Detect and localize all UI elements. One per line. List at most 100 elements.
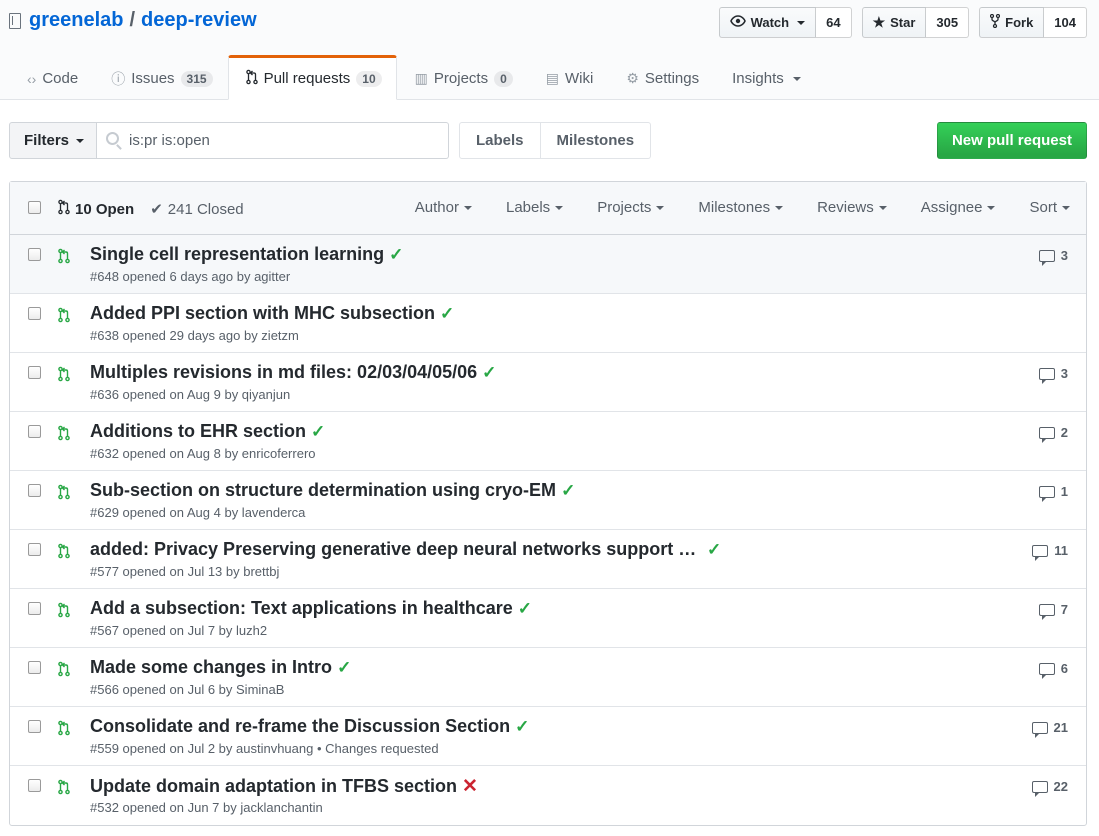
chevron-down-icon: [797, 20, 806, 25]
row-checkbox[interactable]: [28, 484, 41, 497]
table-row[interactable]: Added PPI section with MHC subsection ✓ …: [10, 294, 1086, 353]
select-all-checkbox[interactable]: [28, 201, 41, 214]
comments-link[interactable]: 3: [1038, 248, 1068, 266]
watch-button[interactable]: Watch: [718, 7, 817, 38]
pull-request-title-text[interactable]: Made some changes in Intro: [90, 657, 332, 678]
labels-filter[interactable]: Labels: [489, 199, 580, 216]
pull-request-title[interactable]: Single cell representation learning ✓: [90, 244, 403, 265]
comments-link[interactable]: 7: [1038, 602, 1068, 620]
comments-link[interactable]: 6: [1038, 661, 1068, 679]
pull-request-meta: #636 opened on Aug 9 by qiyanjun: [90, 387, 291, 402]
comments-link[interactable]: 22: [1031, 779, 1068, 797]
check-icon[interactable]: ✓: [311, 422, 325, 442]
star-count[interactable]: 305: [926, 7, 970, 38]
pull-request-title[interactable]: Made some changes in Intro ✓: [90, 657, 351, 678]
tab-issues[interactable]: ⓘ Issues 315: [93, 55, 227, 100]
projects-filter[interactable]: Projects: [580, 199, 681, 216]
pull-request-title[interactable]: Multiples revisions in md files: 02/03/0…: [90, 362, 496, 383]
tab-code[interactable]: ‹› Code: [9, 55, 93, 100]
repo-title: greenelab / deep-review: [9, 9, 257, 32]
row-checkbox[interactable]: [28, 602, 41, 615]
star-button[interactable]: ★ Star: [861, 7, 927, 38]
row-checkbox[interactable]: [28, 543, 41, 556]
pull-request-title-text[interactable]: Single cell representation learning: [90, 244, 384, 265]
table-row[interactable]: Consolidate and re-frame the Discussion …: [10, 707, 1086, 766]
open-pull-request-icon: [58, 307, 70, 326]
pull-request-title[interactable]: Add a subsection: Text applications in h…: [90, 598, 532, 619]
row-checkbox[interactable]: [28, 248, 41, 261]
repo-nav: ‹› Code ⓘ Issues 315 Pull requests 10 ▥ …: [9, 55, 816, 100]
new-pull-request-button[interactable]: New pull request: [936, 122, 1087, 159]
row-checkbox[interactable]: [28, 307, 41, 320]
labels-link[interactable]: Labels: [459, 122, 541, 159]
check-icon[interactable]: ✓: [482, 363, 496, 383]
check-icon[interactable]: ✓: [707, 540, 721, 560]
open-filter[interactable]: 10 Open: [58, 199, 134, 219]
pull-request-title-text[interactable]: Sub-section on structure determination u…: [90, 480, 556, 501]
tab-projects[interactable]: ▥ Projects 0: [397, 55, 528, 100]
row-checkbox[interactable]: [28, 720, 41, 733]
table-row[interactable]: Multiples revisions in md files: 02/03/0…: [10, 353, 1086, 412]
pull-request-meta: #532 opened on Jun 7 by jacklanchantin: [90, 800, 323, 815]
reviews-filter[interactable]: Reviews: [800, 199, 904, 216]
check-icon[interactable]: ✓: [440, 304, 454, 324]
pull-request-title-text[interactable]: Additions to EHR section: [90, 421, 306, 442]
row-checkbox[interactable]: [28, 366, 41, 379]
row-checkbox[interactable]: [28, 425, 41, 438]
sort-filter[interactable]: Sort: [1012, 199, 1086, 216]
tab-insights[interactable]: Insights: [714, 55, 816, 100]
pull-request-title-text[interactable]: added: Privacy Preserving generative dee…: [90, 539, 702, 560]
tab-pull-requests[interactable]: Pull requests 10: [227, 55, 397, 100]
pull-request-title-text[interactable]: Add a subsection: Text applications in h…: [90, 598, 513, 619]
pull-request-title-text[interactable]: Consolidate and re-frame the Discussion …: [90, 716, 510, 737]
pull-request-title-text[interactable]: Update domain adaptation in TFBS section: [90, 776, 457, 797]
repo-name-link[interactable]: deep-review: [141, 9, 257, 32]
tab-wiki[interactable]: ▤ Wiki: [528, 55, 609, 100]
milestones-filter[interactable]: Milestones: [681, 199, 800, 216]
star-label: Star: [890, 15, 916, 30]
comments-link[interactable]: 1: [1038, 484, 1068, 502]
row-checkbox[interactable]: [28, 779, 41, 792]
closed-filter[interactable]: ✔ 241 Closed: [150, 199, 243, 219]
pull-request-title[interactable]: Added PPI section with MHC subsection ✓: [90, 303, 454, 324]
x-icon[interactable]: ✕: [462, 775, 478, 798]
pull-request-title[interactable]: Consolidate and re-frame the Discussion …: [90, 716, 529, 737]
fork-button[interactable]: Fork: [979, 7, 1045, 38]
watch-label: Watch: [750, 15, 790, 30]
assignee-filter[interactable]: Assignee: [904, 199, 1013, 216]
watch-count[interactable]: 64: [816, 7, 852, 38]
tab-settings[interactable]: ⚙ Settings: [608, 55, 714, 100]
table-row[interactable]: added: Privacy Preserving generative dee…: [10, 530, 1086, 589]
table-row[interactable]: Sub-section on structure determination u…: [10, 471, 1086, 530]
pull-request-title-text[interactable]: Multiples revisions in md files: 02/03/0…: [90, 362, 477, 383]
table-row[interactable]: Additions to EHR section ✓ #632 opened o…: [10, 412, 1086, 471]
repo-owner-link[interactable]: greenelab: [29, 9, 123, 32]
pull-request-title-text[interactable]: Added PPI section with MHC subsection: [90, 303, 435, 324]
comment-icon: [1038, 367, 1055, 384]
row-checkbox[interactable]: [28, 661, 41, 674]
pull-request-title[interactable]: added: Privacy Preserving generative dee…: [90, 539, 721, 560]
fork-count[interactable]: 104: [1044, 7, 1087, 38]
comments-link[interactable]: 21: [1031, 720, 1068, 738]
table-row[interactable]: Single cell representation learning ✓ #6…: [10, 235, 1086, 294]
check-icon[interactable]: ✓: [518, 599, 532, 619]
pull-request-title[interactable]: Additions to EHR section ✓: [90, 421, 325, 442]
check-icon[interactable]: ✓: [561, 481, 575, 501]
search-input[interactable]: [129, 123, 430, 158]
chevron-down-icon: [878, 205, 887, 210]
check-icon[interactable]: ✓: [337, 658, 351, 678]
check-icon[interactable]: ✓: [515, 717, 529, 737]
filters-button[interactable]: Filters: [9, 122, 98, 159]
table-row[interactable]: Add a subsection: Text applications in h…: [10, 589, 1086, 648]
author-filter[interactable]: Author: [398, 199, 489, 216]
pull-request-title[interactable]: Sub-section on structure determination u…: [90, 480, 575, 501]
table-row[interactable]: Made some changes in Intro ✓ #566 opened…: [10, 648, 1086, 707]
comment-icon: [1038, 603, 1055, 620]
check-icon[interactable]: ✓: [389, 245, 403, 265]
comments-link[interactable]: 2: [1038, 425, 1068, 443]
comments-link[interactable]: 3: [1038, 366, 1068, 384]
milestones-link[interactable]: Milestones: [540, 122, 652, 159]
comments-link[interactable]: 11: [1032, 543, 1068, 561]
pull-request-title[interactable]: Update domain adaptation in TFBS section…: [90, 775, 478, 798]
table-row[interactable]: Update domain adaptation in TFBS section…: [10, 766, 1086, 825]
